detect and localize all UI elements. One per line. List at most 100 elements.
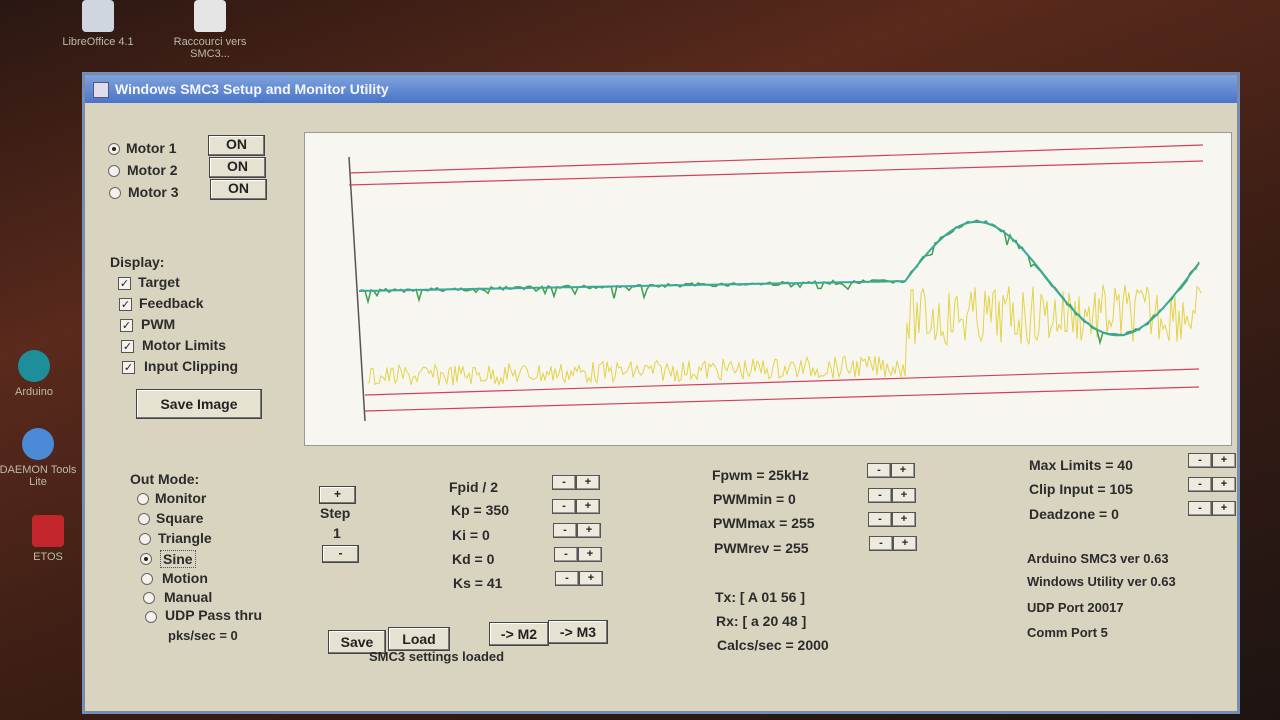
pwm-rev-stepper[interactable]: - + — [869, 536, 917, 551]
ks-stepper[interactable]: - + — [555, 571, 603, 586]
fpwm-stepper[interactable]: - + — [867, 463, 915, 478]
decrease-button[interactable]: - — [1188, 477, 1212, 492]
motor-1-radio[interactable] — [108, 143, 120, 155]
desktop-icon-etos[interactable]: ETOS — [8, 515, 88, 563]
desktop-icon-label: LibreOffice 4.1 — [62, 36, 134, 48]
motion-radio[interactable] — [141, 573, 153, 585]
manual-radio[interactable] — [143, 592, 155, 604]
ki-stepper[interactable]: - + — [553, 523, 601, 538]
pwm-label: PWM — [141, 316, 176, 332]
pwm-checkbox[interactable]: ✓ — [120, 319, 133, 332]
target-checkbox[interactable]: ✓ — [118, 277, 131, 290]
fpid-label: Fpid / 2 — [449, 479, 498, 495]
motor-1-on-button[interactable]: ON — [208, 135, 265, 156]
app-icon — [93, 82, 109, 98]
triangle-radio[interactable] — [139, 533, 151, 545]
increase-button[interactable]: + — [579, 571, 603, 586]
shortcut-icon — [194, 0, 226, 32]
deadzone-stepper[interactable]: - + — [1188, 501, 1236, 516]
udp-port: UDP Port 20017 — [1027, 600, 1124, 615]
copy-to-m2-button[interactable]: -> M2 — [489, 622, 549, 646]
increase-button[interactable]: + — [576, 475, 600, 490]
max-limits-stepper[interactable]: - + — [1188, 453, 1236, 468]
fpwm-label: Fpwm = 25kHz — [712, 467, 809, 483]
copy-to-m3-button[interactable]: -> M3 — [548, 620, 608, 644]
square-radio[interactable] — [138, 513, 150, 525]
increase-button[interactable]: + — [578, 547, 602, 562]
kp-stepper[interactable]: - + — [552, 499, 600, 514]
libreoffice-icon — [82, 0, 114, 32]
increase-button[interactable]: + — [893, 536, 917, 551]
decrease-button[interactable]: - — [868, 488, 892, 503]
motor-2-on-button[interactable]: ON — [209, 157, 266, 178]
decrease-button[interactable]: - — [1188, 453, 1212, 468]
udp-pass-thru-label: UDP Pass thru — [165, 607, 262, 623]
motor-3-radio[interactable] — [109, 187, 121, 199]
decrease-button[interactable]: - — [552, 499, 576, 514]
desktop-icon-shortcut[interactable]: Raccourci vers SMC3... — [170, 0, 250, 60]
desktop-icon-libreoffice[interactable]: LibreOffice 4.1 — [58, 0, 138, 48]
step-label: Step — [320, 505, 351, 521]
input-clipping-checkbox[interactable]: ✓ — [122, 361, 135, 374]
sine-radio[interactable] — [140, 553, 152, 565]
increase-button[interactable]: + — [892, 488, 916, 503]
motor-1-label: Motor 1 — [126, 140, 177, 156]
decrease-button[interactable]: - — [552, 475, 576, 490]
motor-2-label: Motor 2 — [127, 162, 178, 178]
decrease-button[interactable]: - — [868, 512, 892, 527]
decrease-button[interactable]: - — [553, 523, 577, 538]
motion-mode-label: Motion — [162, 570, 208, 586]
out-mode-heading: Out Mode: — [130, 471, 200, 487]
ks-label: Ks = 41 — [453, 575, 503, 591]
monitor-mode-label: Monitor — [155, 490, 207, 506]
step-decrease-button[interactable]: - — [322, 545, 359, 563]
pwm-min-stepper[interactable]: - + — [868, 488, 916, 503]
target-label: Target — [138, 274, 180, 290]
comm-port: Comm Port 5 — [1027, 625, 1108, 640]
load-button[interactable]: Load — [388, 627, 450, 651]
udp-pass-thru-radio[interactable] — [145, 611, 157, 623]
kd-stepper[interactable]: - + — [554, 547, 602, 562]
increase-button[interactable]: + — [891, 463, 915, 478]
desktop-icon-label: ETOS — [33, 551, 63, 563]
increase-button[interactable]: + — [892, 512, 916, 527]
motor-limits-checkbox[interactable]: ✓ — [121, 340, 134, 353]
sine-mode-label: Sine — [160, 550, 196, 568]
step-increase-button[interactable]: + — [319, 486, 356, 504]
desktop-icon-arduino[interactable]: Arduino — [0, 350, 74, 398]
save-image-button[interactable]: Save Image — [136, 389, 262, 419]
square-mode-label: Square — [156, 510, 204, 526]
decrease-button[interactable]: - — [869, 536, 893, 551]
motor-2-radio[interactable] — [108, 165, 120, 177]
etos-icon — [32, 515, 64, 547]
increase-button[interactable]: + — [1212, 501, 1236, 516]
monitor-radio[interactable] — [137, 493, 149, 505]
decrease-button[interactable]: - — [554, 547, 578, 562]
increase-button[interactable]: + — [1212, 477, 1236, 492]
increase-button[interactable]: + — [1212, 453, 1236, 468]
fpid-stepper[interactable]: - + — [552, 475, 600, 490]
increase-button[interactable]: + — [577, 523, 601, 538]
pwm-max-stepper[interactable]: - + — [868, 512, 916, 527]
desktop-icon-label: Arduino — [15, 386, 53, 398]
kd-label: Kd = 0 — [452, 551, 495, 567]
target-trace — [358, 220, 1200, 337]
decrease-button[interactable]: - — [1188, 501, 1212, 516]
upper-limit-line — [348, 144, 1204, 174]
feedback-checkbox[interactable]: ✓ — [119, 298, 132, 311]
decrease-button[interactable]: - — [555, 571, 579, 586]
arduino-icon — [18, 350, 50, 382]
monitor-plot — [304, 132, 1232, 446]
clip-input-label: Clip Input = 105 — [1029, 481, 1133, 497]
pks-per-sec: pks/sec = 0 — [168, 628, 238, 643]
triangle-mode-label: Triangle — [158, 530, 212, 546]
feedback-trace — [358, 219, 1200, 346]
max-limits-label: Max Limits = 40 — [1029, 457, 1133, 473]
decrease-button[interactable]: - — [867, 463, 891, 478]
clip-input-stepper[interactable]: - + — [1188, 477, 1236, 492]
window-titlebar[interactable]: Windows SMC3 Setup and Monitor Utility — [85, 75, 1237, 103]
y-axis — [348, 156, 366, 422]
increase-button[interactable]: + — [576, 499, 600, 514]
motor-3-on-button[interactable]: ON — [210, 179, 267, 200]
desktop-icon-daemon-tools[interactable]: DAEMON Tools Lite — [0, 428, 78, 488]
